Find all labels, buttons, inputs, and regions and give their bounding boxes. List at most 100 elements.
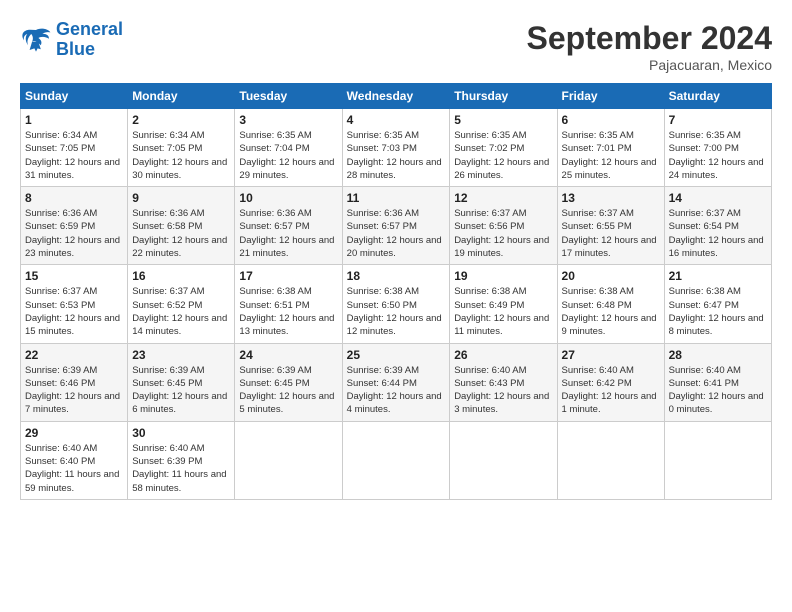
col-sunday: Sunday: [21, 84, 128, 109]
day-number: 17: [239, 269, 337, 283]
day-number: 21: [669, 269, 767, 283]
calendar-cell: 3 Sunrise: 6:35 AM Sunset: 7:04 PM Daylig…: [235, 109, 342, 187]
day-info: Sunrise: 6:36 AM Sunset: 6:57 PM Dayligh…: [347, 207, 446, 260]
col-thursday: Thursday: [450, 84, 557, 109]
day-info: Sunrise: 6:40 AM Sunset: 6:42 PM Dayligh…: [562, 364, 660, 417]
day-number: 10: [239, 191, 337, 205]
day-info: Sunrise: 6:40 AM Sunset: 6:40 PM Dayligh…: [25, 442, 123, 495]
day-number: 27: [562, 348, 660, 362]
page: General Blue September 2024 Pajacuaran, …: [0, 0, 792, 612]
day-number: 29: [25, 426, 123, 440]
calendar-cell: 19 Sunrise: 6:38 AM Sunset: 6:49 PM Dayli…: [450, 265, 557, 343]
day-info: Sunrise: 6:39 AM Sunset: 6:45 PM Dayligh…: [239, 364, 337, 417]
calendar-cell: 14 Sunrise: 6:37 AM Sunset: 6:54 PM Dayli…: [664, 187, 771, 265]
calendar-cell: 24 Sunrise: 6:39 AM Sunset: 6:45 PM Dayli…: [235, 343, 342, 421]
day-number: 22: [25, 348, 123, 362]
day-info: Sunrise: 6:34 AM Sunset: 7:05 PM Dayligh…: [25, 129, 123, 182]
calendar-cell: 26Sunrise: 6:40 AM Sunset: 6:43 PM Dayli…: [450, 343, 557, 421]
day-info: Sunrise: 6:36 AM Sunset: 6:57 PM Dayligh…: [239, 207, 337, 260]
calendar-cell: [450, 421, 557, 499]
calendar-week-1: 1 Sunrise: 6:34 AM Sunset: 7:05 PM Daylig…: [21, 109, 772, 187]
calendar-cell: 6Sunrise: 6:35 AM Sunset: 7:01 PM Daylig…: [557, 109, 664, 187]
day-number: 9: [132, 191, 230, 205]
day-info: Sunrise: 6:37 AM Sunset: 6:54 PM Dayligh…: [669, 207, 767, 260]
day-number: 25: [347, 348, 446, 362]
day-info: Sunrise: 6:35 AM Sunset: 7:00 PM Dayligh…: [669, 129, 767, 182]
calendar-cell: 21 Sunrise: 6:38 AM Sunset: 6:47 PM Dayli…: [664, 265, 771, 343]
day-number: 1: [25, 113, 123, 127]
day-info: Sunrise: 6:40 AM Sunset: 6:41 PM Dayligh…: [669, 364, 767, 417]
calendar-cell: 22 Sunrise: 6:39 AM Sunset: 6:46 PM Dayli…: [21, 343, 128, 421]
day-number: 18: [347, 269, 446, 283]
calendar-cell: 5 Sunrise: 6:35 AM Sunset: 7:02 PM Daylig…: [450, 109, 557, 187]
calendar-cell: 2 Sunrise: 6:34 AM Sunset: 7:05 PM Daylig…: [128, 109, 235, 187]
day-info: Sunrise: 6:40 AM Sunset: 6:43 PM Dayligh…: [454, 364, 552, 417]
calendar-cell: 25 Sunrise: 6:39 AM Sunset: 6:44 PM Dayli…: [342, 343, 450, 421]
calendar-cell: 27 Sunrise: 6:40 AM Sunset: 6:42 PM Dayli…: [557, 343, 664, 421]
month-title: September 2024: [527, 20, 772, 57]
day-number: 28: [669, 348, 767, 362]
day-info: Sunrise: 6:38 AM Sunset: 6:49 PM Dayligh…: [454, 285, 552, 338]
calendar-cell: 15Sunrise: 6:37 AM Sunset: 6:53 PM Dayli…: [21, 265, 128, 343]
calendar-cell: 18 Sunrise: 6:38 AM Sunset: 6:50 PM Dayli…: [342, 265, 450, 343]
day-number: 8: [25, 191, 123, 205]
day-info: Sunrise: 6:35 AM Sunset: 7:02 PM Dayligh…: [454, 129, 552, 182]
day-number: 4: [347, 113, 446, 127]
day-number: 30: [132, 426, 230, 440]
logo-bird-icon: [20, 26, 52, 54]
calendar-cell: 28 Sunrise: 6:40 AM Sunset: 6:41 PM Dayli…: [664, 343, 771, 421]
calendar-cell: 1 Sunrise: 6:34 AM Sunset: 7:05 PM Daylig…: [21, 109, 128, 187]
calendar-cell: [342, 421, 450, 499]
day-number: 3: [239, 113, 337, 127]
day-info: Sunrise: 6:38 AM Sunset: 6:47 PM Dayligh…: [669, 285, 767, 338]
day-number: 7: [669, 113, 767, 127]
calendar-week-2: 8 Sunrise: 6:36 AM Sunset: 6:59 PM Daylig…: [21, 187, 772, 265]
day-number: 15: [25, 269, 123, 283]
day-info: Sunrise: 6:36 AM Sunset: 6:59 PM Dayligh…: [25, 207, 123, 260]
col-tuesday: Tuesday: [235, 84, 342, 109]
day-number: 2: [132, 113, 230, 127]
day-info: Sunrise: 6:38 AM Sunset: 6:50 PM Dayligh…: [347, 285, 446, 338]
header: General Blue September 2024 Pajacuaran, …: [20, 20, 772, 73]
calendar-week-3: 15Sunrise: 6:37 AM Sunset: 6:53 PM Dayli…: [21, 265, 772, 343]
location: Pajacuaran, Mexico: [527, 57, 772, 73]
calendar-cell: 11 Sunrise: 6:36 AM Sunset: 6:57 PM Dayli…: [342, 187, 450, 265]
calendar-cell: 7 Sunrise: 6:35 AM Sunset: 7:00 PM Daylig…: [664, 109, 771, 187]
calendar-cell: 13Sunrise: 6:37 AM Sunset: 6:55 PM Dayli…: [557, 187, 664, 265]
day-number: 13: [562, 191, 660, 205]
day-info: Sunrise: 6:35 AM Sunset: 7:04 PM Dayligh…: [239, 129, 337, 182]
day-info: Sunrise: 6:37 AM Sunset: 6:56 PM Dayligh…: [454, 207, 552, 260]
day-info: Sunrise: 6:34 AM Sunset: 7:05 PM Dayligh…: [132, 129, 230, 182]
title-block: September 2024 Pajacuaran, Mexico: [527, 20, 772, 73]
calendar-cell: 30Sunrise: 6:40 AM Sunset: 6:39 PM Dayli…: [128, 421, 235, 499]
col-saturday: Saturday: [664, 84, 771, 109]
day-number: 5: [454, 113, 552, 127]
day-number: 11: [347, 191, 446, 205]
day-number: 19: [454, 269, 552, 283]
calendar-cell: 8 Sunrise: 6:36 AM Sunset: 6:59 PM Daylig…: [21, 187, 128, 265]
day-number: 6: [562, 113, 660, 127]
logo: General Blue: [20, 20, 123, 60]
day-number: 23: [132, 348, 230, 362]
calendar-cell: 20 Sunrise: 6:38 AM Sunset: 6:48 PM Dayli…: [557, 265, 664, 343]
day-number: 16: [132, 269, 230, 283]
calendar-cell: 9 Sunrise: 6:36 AM Sunset: 6:58 PM Daylig…: [128, 187, 235, 265]
day-info: Sunrise: 6:39 AM Sunset: 6:45 PM Dayligh…: [132, 364, 230, 417]
day-info: Sunrise: 6:38 AM Sunset: 6:48 PM Dayligh…: [562, 285, 660, 338]
calendar: Sunday Monday Tuesday Wednesday Thursday…: [20, 83, 772, 500]
day-info: Sunrise: 6:35 AM Sunset: 7:03 PM Dayligh…: [347, 129, 446, 182]
day-info: Sunrise: 6:36 AM Sunset: 6:58 PM Dayligh…: [132, 207, 230, 260]
day-info: Sunrise: 6:39 AM Sunset: 6:46 PM Dayligh…: [25, 364, 123, 417]
col-wednesday: Wednesday: [342, 84, 450, 109]
calendar-week-5: 29 Sunrise: 6:40 AM Sunset: 6:40 PM Dayli…: [21, 421, 772, 499]
calendar-cell: 17Sunrise: 6:38 AM Sunset: 6:51 PM Dayli…: [235, 265, 342, 343]
col-monday: Monday: [128, 84, 235, 109]
calendar-cell: [664, 421, 771, 499]
day-number: 24: [239, 348, 337, 362]
calendar-cell: [557, 421, 664, 499]
calendar-cell: 4 Sunrise: 6:35 AM Sunset: 7:03 PM Daylig…: [342, 109, 450, 187]
day-number: 20: [562, 269, 660, 283]
day-info: Sunrise: 6:39 AM Sunset: 6:44 PM Dayligh…: [347, 364, 446, 417]
day-number: 14: [669, 191, 767, 205]
day-number: 12: [454, 191, 552, 205]
